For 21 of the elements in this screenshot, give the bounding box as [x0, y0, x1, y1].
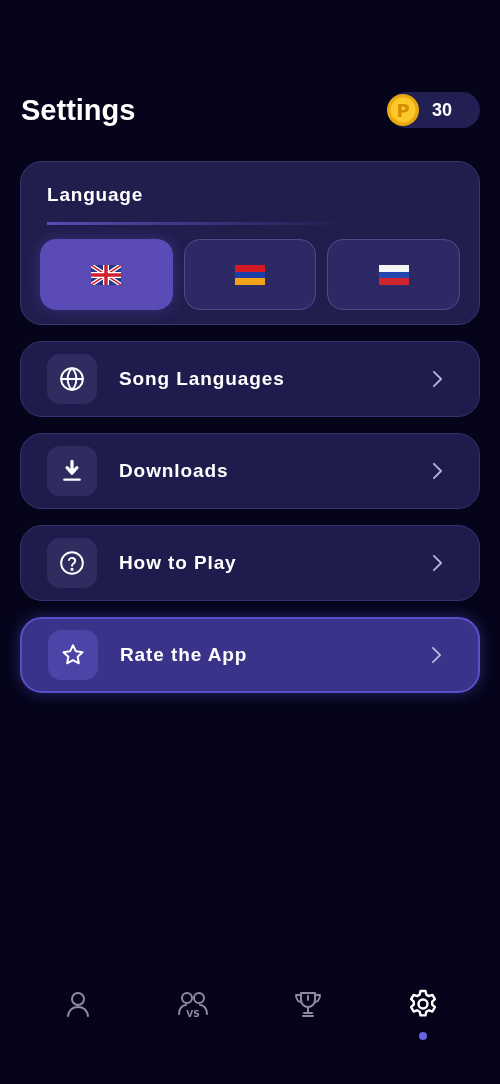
chevron-icon — [432, 370, 443, 388]
menu-row[interactable]: Downloads — [20, 433, 480, 509]
section-title: Language — [47, 184, 145, 206]
menu-row[interactable]: Rate the App — [20, 617, 480, 693]
coin-icon: P — [386, 93, 420, 127]
tab-item[interactable]: VS — [135, 988, 250, 1042]
language-option[interactable] — [183, 239, 317, 310]
active-dot — [418, 1032, 427, 1040]
coin-balance[interactable]: P 30 — [388, 92, 480, 128]
flag-icon — [235, 264, 265, 285]
chevron-icon — [431, 646, 442, 664]
menu-row[interactable]: How to Play — [20, 525, 480, 601]
language-option[interactable] — [327, 239, 460, 310]
chevron-icon — [432, 554, 443, 572]
menu-row[interactable]: Song Languages — [20, 341, 480, 417]
flag-icon — [91, 264, 122, 285]
help-icon — [59, 550, 85, 576]
chevron-icon — [432, 462, 443, 480]
flag-icon — [378, 264, 409, 285]
globe-icon — [59, 366, 85, 392]
page-title: Settings — [21, 93, 136, 127]
